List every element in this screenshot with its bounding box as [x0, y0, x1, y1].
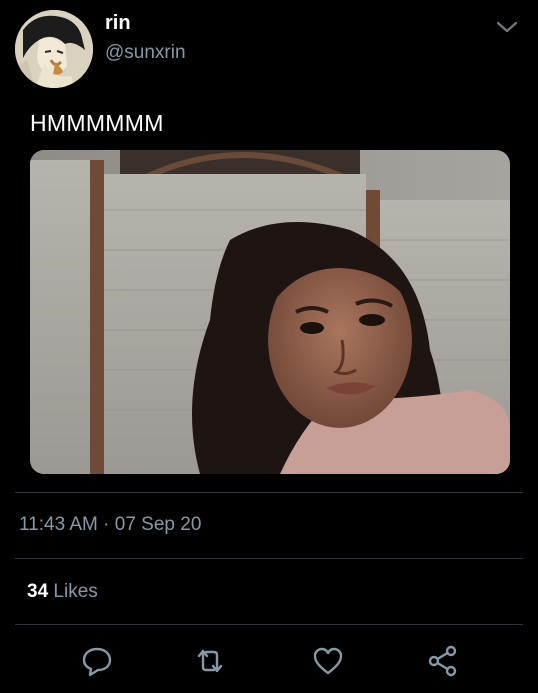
tweet-text: HMMMMMM — [30, 110, 164, 136]
display-name[interactable]: rin — [105, 12, 131, 35]
retweet-button[interactable] — [192, 643, 228, 679]
likes-count: 34 — [27, 581, 49, 602]
retweet-icon — [197, 649, 223, 673]
reply-icon — [82, 647, 112, 677]
like-icon — [313, 647, 343, 675]
avatar[interactable] — [15, 10, 93, 88]
more-options-chevron-down-icon[interactable] — [494, 14, 520, 40]
divider — [15, 624, 523, 625]
likes-label: Likes — [53, 581, 98, 602]
tweet-detail: rin @sunxrin HMMMMMM 11:43 AM · 07 Sep 2… — [0, 0, 538, 693]
share-icon — [428, 645, 457, 677]
user-handle[interactable]: @sunxrin — [105, 42, 186, 64]
selfie-photo-icon — [30, 150, 510, 474]
anime-character-avatar-icon — [15, 10, 93, 88]
divider — [15, 558, 523, 559]
like-button[interactable] — [310, 643, 346, 679]
tweet-timestamp[interactable]: 11:43 AM · 07 Sep 20 — [19, 514, 201, 536]
reply-button[interactable] — [79, 643, 115, 679]
divider — [15, 492, 523, 493]
likes-stat[interactable]: 34 Likes — [27, 581, 98, 603]
tweet-media-photo[interactable] — [30, 150, 510, 474]
share-button[interactable] — [425, 643, 461, 679]
